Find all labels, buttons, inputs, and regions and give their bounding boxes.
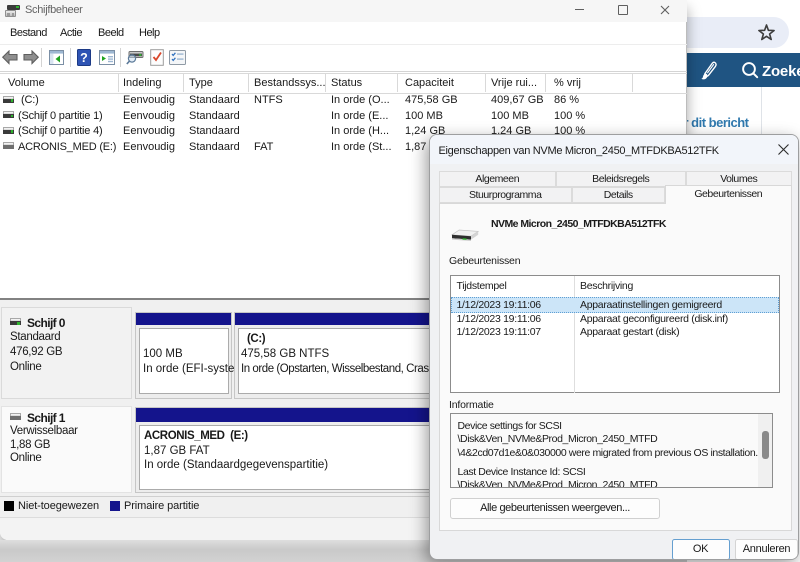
svg-text:?: ?: [80, 51, 88, 65]
